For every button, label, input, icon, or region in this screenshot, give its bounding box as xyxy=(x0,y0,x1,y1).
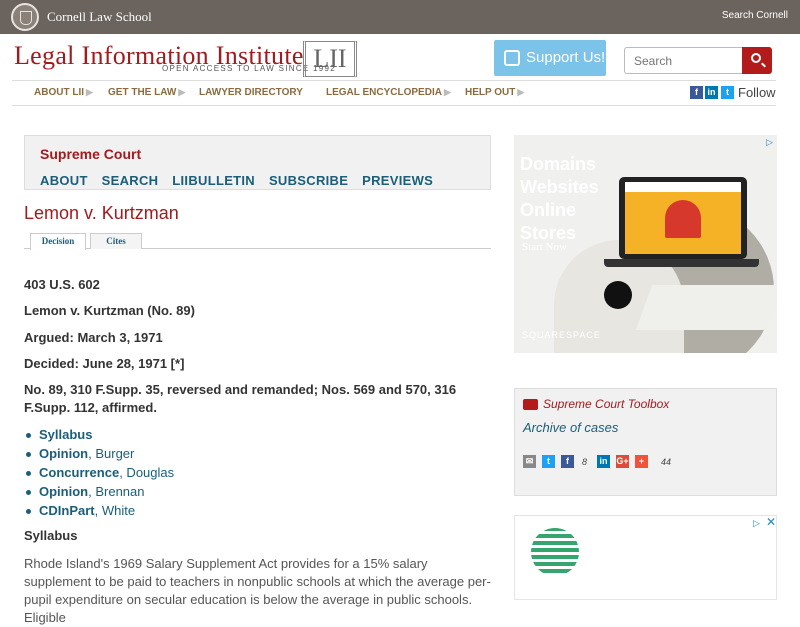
list-item[interactable]: Opinion, Burger xyxy=(24,446,174,465)
twitter-icon[interactable]: t xyxy=(721,86,734,99)
case-tabs: Decision Cites xyxy=(24,232,491,250)
disposition: No. 89, 310 F.Supp. 35, reversed and rem… xyxy=(24,382,457,415)
court-link-search[interactable]: SEARCH xyxy=(102,173,159,188)
share-count: 44 xyxy=(661,457,672,467)
advertisement[interactable]: ▷ ✕ xyxy=(514,515,777,600)
email-icon[interactable]: ✉ xyxy=(523,455,536,468)
caret-right-icon: ▶ xyxy=(86,87,93,97)
court-link-subscribe[interactable]: SUBSCRIBE xyxy=(269,173,348,188)
capitol-image xyxy=(665,200,701,238)
laptop-image xyxy=(619,177,747,259)
list-item[interactable]: Opinion, Brennan xyxy=(24,484,174,503)
cornell-law-school-link[interactable]: Cornell Law School xyxy=(47,9,152,25)
court-link-about[interactable]: ABOUT xyxy=(40,173,88,188)
case-citation: 403 U.S. 602 xyxy=(24,277,100,292)
plus-icon[interactable]: + xyxy=(635,455,648,468)
facebook-icon[interactable]: f xyxy=(690,86,703,99)
search-button[interactable] xyxy=(742,47,772,74)
case-title: Lemon v. Kurtzman xyxy=(24,203,179,223)
opinion-link[interactable]: Opinion xyxy=(39,484,88,499)
laptop-base xyxy=(604,259,759,267)
list-item[interactable]: Syllabus xyxy=(24,427,174,446)
opinion-link[interactable]: Opinion xyxy=(39,446,88,461)
ad-decor xyxy=(604,281,632,309)
main-nav: ABOUT LII ▶ GET THE LAW ▶ LAWYER DIRECTORY… xyxy=(12,80,776,106)
nav-lawyer-directory[interactable]: LAWYER DIRECTORY xyxy=(199,87,303,98)
nav-help-out[interactable]: HELP OUT ▶ xyxy=(465,87,524,98)
syllabus-heading: Syllabus xyxy=(24,528,78,543)
adchoices-icon[interactable]: ▷ xyxy=(753,518,763,528)
syllabus-text: Rhode Island's 1969 Salary Supplement Ac… xyxy=(24,556,491,625)
advertisement[interactable]: Domains Websites Online Stores Start Now… xyxy=(514,135,777,353)
ad-cta[interactable]: Start Now xyxy=(522,241,567,253)
facebook-icon[interactable]: f xyxy=(561,455,574,468)
lii-mark[interactable]: LII xyxy=(303,41,357,77)
close-icon[interactable]: ✕ xyxy=(766,516,776,528)
decided-date: Decided: June 28, 1971 [*] xyxy=(24,356,185,371)
globe-logo xyxy=(531,528,579,576)
list-item[interactable]: Concurrence, Douglas xyxy=(24,465,174,484)
opinion-link[interactable]: Syllabus xyxy=(39,427,92,442)
follow-label[interactable]: Follow xyxy=(738,85,776,100)
case-name-line: Lemon v. Kurtzman (No. 89) xyxy=(24,303,195,318)
opinion-link[interactable]: Concurrence xyxy=(39,465,119,480)
facebook-count: 8 xyxy=(582,457,588,467)
caret-right-icon: ▶ xyxy=(443,87,451,97)
court-link-liibulletin[interactable]: LIIBULLETIN xyxy=(172,173,255,188)
linkedin-icon[interactable]: in xyxy=(705,86,718,99)
caret-right-icon: ▶ xyxy=(517,87,525,97)
share-bar: ✉ t f 8 in G+ + 44 xyxy=(523,455,723,471)
search-input[interactable] xyxy=(624,47,742,74)
ad-brand: SQUARESPACE xyxy=(522,330,601,340)
twitter-icon[interactable]: t xyxy=(542,455,555,468)
court-link-previews[interactable]: PREVIEWS xyxy=(362,173,433,188)
court-links: ABOUT SEARCH LIIBULLETIN SUBSCRIBE PREVI… xyxy=(40,173,441,188)
linkedin-icon[interactable]: in xyxy=(597,455,610,468)
tab-decision[interactable]: Decision xyxy=(30,233,86,250)
supreme-court-heading[interactable]: Supreme Court xyxy=(40,146,141,162)
ad-decor xyxy=(635,285,777,330)
gift-icon xyxy=(504,50,520,66)
search-icon xyxy=(751,53,761,63)
tab-cites[interactable]: Cites xyxy=(90,233,142,249)
support-us-label: Support Us! xyxy=(526,49,606,66)
archive-of-cases-link[interactable]: Archive of cases xyxy=(523,420,618,435)
google-plus-icon[interactable]: G+ xyxy=(616,455,629,468)
nav-legal-encyclopedia[interactable]: LEGAL ENCYCLOPEDIA ▶ xyxy=(326,87,451,98)
ad-headline: Domains Websites Online Stores xyxy=(520,154,599,243)
opinion-link[interactable]: CDInPart xyxy=(39,503,95,518)
supreme-court-box: Supreme Court ABOUT SEARCH LIIBULLETIN S… xyxy=(24,135,491,190)
toolbox-title[interactable]: Supreme Court Toolbox xyxy=(543,397,669,411)
support-us-button[interactable]: Support Us! xyxy=(494,40,606,76)
opinion-list: Syllabus Opinion, Burger Concurrence, Do… xyxy=(24,427,174,522)
adchoices-icon[interactable]: ▷ xyxy=(766,137,776,147)
top-bar: Cornell Law School Search Cornell xyxy=(0,0,800,34)
nav-get-the-law[interactable]: GET THE LAW ▶ xyxy=(108,87,185,98)
nav-about-lii[interactable]: ABOUT LII ▶ xyxy=(34,87,93,98)
toolbox-icon xyxy=(523,399,538,410)
caret-right-icon: ▶ xyxy=(178,87,186,97)
argued-date: Argued: March 3, 1971 xyxy=(24,330,163,345)
supreme-court-toolbox: Supreme Court Toolbox Archive of cases ✉… xyxy=(514,388,777,496)
cornell-seal-icon[interactable] xyxy=(11,3,39,31)
search-cornell-link[interactable]: Search Cornell xyxy=(722,10,788,21)
list-item[interactable]: CDInPart, White xyxy=(24,503,174,522)
